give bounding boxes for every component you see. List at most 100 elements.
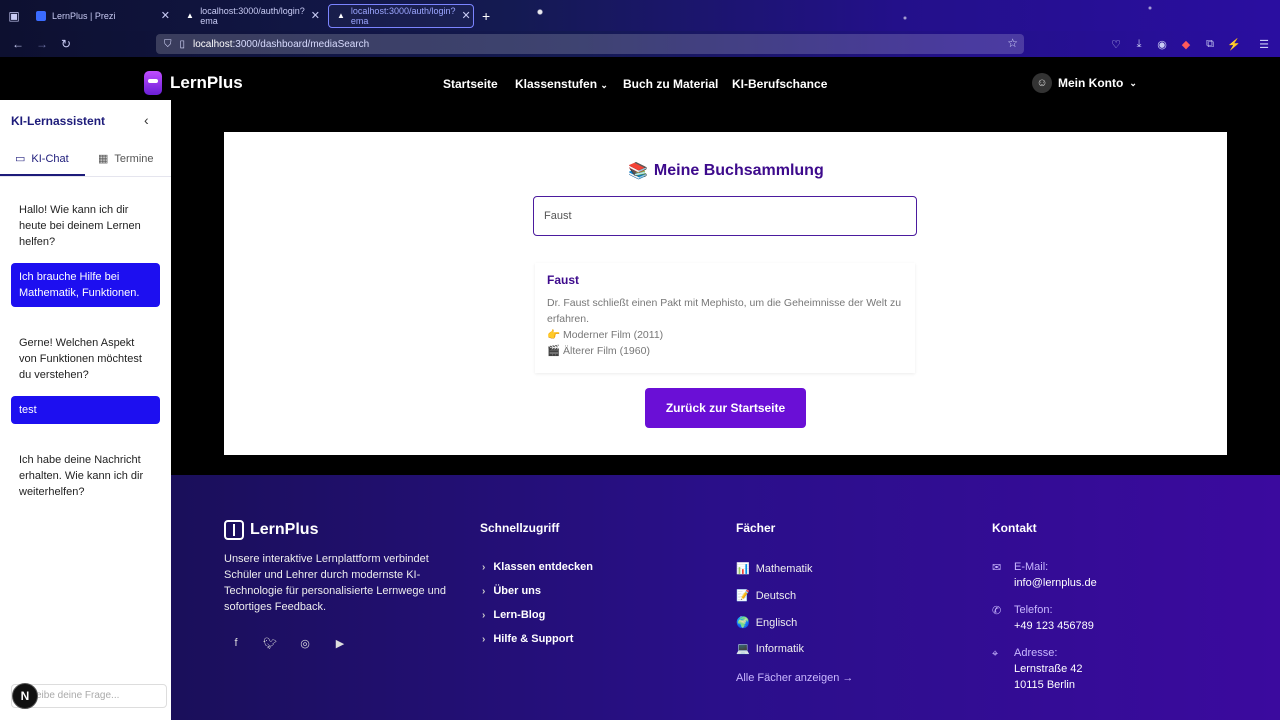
youtube-icon[interactable]: ▶ [332, 635, 348, 651]
nav-ki-berufschance[interactable]: KI-Berufschance [732, 77, 827, 91]
url-host: localhost [193, 38, 233, 50]
subject-label: Englisch [755, 617, 798, 629]
subject-informatik[interactable]: 💻 Informatik [736, 642, 804, 655]
twitter-icon[interactable]: 🐦︎ [262, 635, 278, 651]
footer-link-blog[interactable]: › Lern-Blog [482, 609, 545, 621]
email-value[interactable]: info@lernplus.de [1014, 575, 1097, 591]
download-icon[interactable]: ⤓ [1129, 34, 1149, 54]
nav-buch-zu-material[interactable]: Buch zu Material [623, 77, 718, 91]
new-tab-button[interactable]: + [474, 8, 498, 24]
film-modern-label: Moderner Film (2011) [563, 329, 664, 341]
contact-address: ⌖ Adresse: Lernstraße 42 10115 Berlin [992, 645, 1082, 693]
tab-divider [0, 176, 171, 177]
chevron-right-icon: › [482, 561, 486, 573]
search-input[interactable]: Faust [533, 196, 917, 236]
site-header: LernPlus Startseite Klassenstufen ⌄ Buch… [0, 57, 1280, 109]
menu-icon[interactable]: ☰ [1254, 34, 1274, 54]
film-modern: 👉 Moderner Film (2011) [547, 327, 903, 343]
footer-link-klassen[interactable]: › Klassen entdecken [482, 561, 593, 573]
contact-email: ✉ E-Mail: info@lernplus.de [992, 559, 1097, 591]
close-icon[interactable]: ✕ [462, 9, 471, 22]
bookmark-star-icon[interactable]: ☆ [1007, 36, 1018, 50]
pocket-icon[interactable]: ♡ [1106, 34, 1126, 54]
footer-link-label: Klassen entdecken [493, 561, 593, 573]
chart-icon: 📊 [736, 563, 750, 575]
active-tab-indicator [0, 174, 85, 176]
chevron-right-icon: › [482, 633, 486, 645]
address-label: Adresse: [1014, 647, 1058, 659]
brand-logo[interactable]: LernPlus [144, 71, 243, 95]
ki-assistant-sidebar: KI-Lernassistent ‹ ▭ KI-Chat ▦ Termine H… [0, 100, 171, 720]
nav-klassenstufen[interactable]: Klassenstufen ⌄ [515, 77, 608, 91]
footer-brand-name: LernPlus [250, 521, 319, 538]
tab-overview-icon[interactable]: ▣ [0, 2, 28, 30]
page-title-text: Meine Buchsammlung [653, 162, 824, 179]
tab-termine[interactable]: ▦ Termine [98, 152, 154, 166]
email-label: E-Mail: [1014, 561, 1049, 573]
result-title: Faust [547, 273, 580, 287]
chevron-down-icon: ⌄ [600, 80, 608, 90]
quick-access-heading: Schnellzugriff [480, 521, 560, 535]
account-label: Mein Konto [1058, 76, 1124, 90]
all-subjects-link[interactable]: Alle Fächer anzeigen → [736, 672, 853, 684]
prezi-favicon-icon [36, 10, 46, 21]
account-icon[interactable]: ◉ [1152, 34, 1172, 54]
close-icon[interactable]: ✕ [311, 9, 320, 22]
account-menu[interactable]: ☺ Mein Konto ⌄ [1032, 73, 1137, 93]
nav-startseite[interactable]: Startseite [443, 77, 498, 91]
extension-blue-icon[interactable]: ⚡ [1224, 34, 1244, 54]
tab-ki-chat-label: KI-Chat [31, 152, 69, 165]
footer-link-ueber-uns[interactable]: › Über uns [482, 585, 541, 597]
chevron-right-icon: › [482, 585, 486, 597]
subject-label: Deutsch [755, 590, 797, 602]
subject-label: Mathematik [755, 563, 813, 575]
subject-deutsch[interactable]: 📝 Deutsch [736, 589, 796, 602]
laptop-icon: 💻 [736, 643, 750, 655]
subject-englisch[interactable]: 🌍 Englisch [736, 616, 797, 629]
extensions-icon[interactable]: ⧉ [1200, 34, 1220, 54]
shield-icon: ⛉ [164, 38, 172, 50]
book-icon [224, 520, 244, 540]
footer-brand[interactable]: LernPlus [224, 520, 318, 540]
reload-icon[interactable]: ↻ [54, 32, 78, 56]
chat-message-bot: Ich habe deine Nachricht erhalten. Wie k… [19, 454, 144, 498]
phone-icon: ✆ [992, 605, 1002, 617]
books-icon: 📚 [628, 163, 648, 180]
chat-message-bot: Hallo! Wie kann ich dir heute bei deinem… [19, 204, 141, 248]
back-to-home-button[interactable]: Zurück zur Startseite [645, 388, 806, 428]
footer-link-label: Lern-Blog [493, 609, 546, 621]
tab-login-2-active[interactable]: ▲ localhost:3000/auth/login?ema ✕ [328, 3, 474, 28]
forward-arrow-icon[interactable]: → [30, 32, 54, 56]
extension-red-icon[interactable]: ◆ [1176, 34, 1196, 54]
back-arrow-icon[interactable]: ← [6, 32, 30, 56]
triangle-favicon-icon: ▲ [337, 10, 345, 20]
facebook-icon[interactable]: f [228, 635, 244, 651]
calendar-icon: ▦ [98, 153, 109, 165]
phone-value[interactable]: +49 123 456789 [1014, 618, 1094, 634]
url-path: :3000/dashboard/mediaSearch [232, 38, 370, 50]
map-pin-icon: ⌖ [992, 648, 999, 660]
tab-lernplus-prezi[interactable]: LernPlus | Prezi ✕ [28, 4, 178, 28]
phone-label: Telefon: [1014, 604, 1053, 616]
browser-tabbar: ▣ LernPlus | Prezi ✕ ▲ localhost:3000/au… [0, 0, 1280, 31]
nextjs-badge-icon[interactable]: N [12, 683, 38, 709]
media-search-card: 📚 Meine Buchsammlung Faust Faust Dr. Fau… [224, 132, 1227, 455]
footer-link-support[interactable]: › Hilfe & Support [482, 633, 573, 645]
film-old-label: Älterer Film (1960) [563, 345, 650, 357]
search-result-card[interactable]: Faust Dr. Faust schließt einen Pakt mit … [535, 263, 915, 373]
memo-icon: 📝 [736, 590, 750, 602]
mascot-logo-icon [144, 71, 162, 95]
subjects-heading: Fächer [736, 521, 776, 535]
tab-ki-chat[interactable]: ▭ KI-Chat [15, 152, 69, 166]
mail-icon: ✉ [992, 562, 1002, 574]
close-icon[interactable]: ✕ [161, 9, 170, 22]
chat-message-bot: Gerne! Welchen Aspekt von Funktionen möc… [19, 337, 142, 381]
url-bar[interactable]: ⛉ ▯ localhost:3000/dashboard/mediaSearch… [156, 34, 1024, 54]
chevron-right-icon: › [482, 609, 486, 621]
subject-mathematik[interactable]: 📊 Mathematik [736, 562, 813, 575]
tab-termine-label: Termine [114, 152, 154, 165]
instagram-icon[interactable]: ◎ [297, 635, 313, 651]
sidebar-title: KI-Lernassistent [11, 114, 106, 128]
tab-login-1[interactable]: ▲ localhost:3000/auth/login?ema ✕ [178, 4, 328, 28]
chevron-left-icon[interactable]: ‹ [144, 112, 149, 128]
